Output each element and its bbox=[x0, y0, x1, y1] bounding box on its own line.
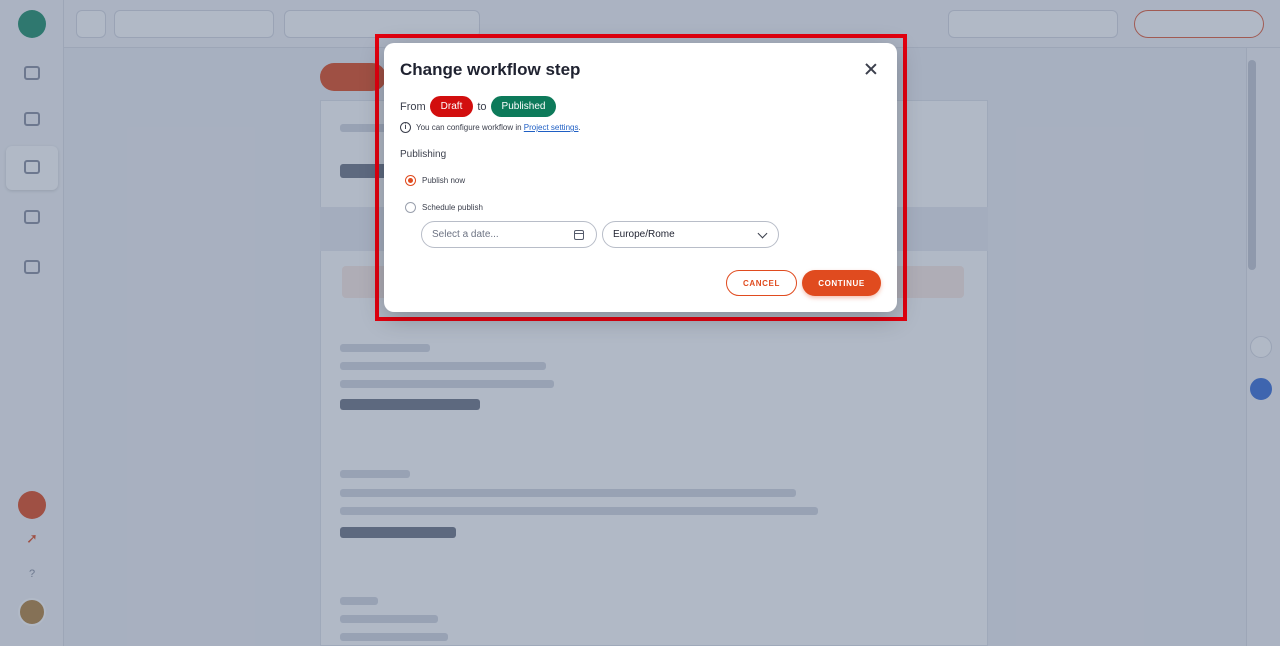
close-icon[interactable] bbox=[862, 60, 880, 78]
timezone-select[interactable]: Europe/Rome bbox=[602, 221, 779, 248]
chevron-down-icon bbox=[757, 228, 768, 239]
continue-button[interactable]: CONTINUE bbox=[802, 270, 881, 296]
schedule-publish-label: Schedule publish bbox=[422, 203, 483, 212]
from-label: From bbox=[400, 100, 426, 113]
info-icon: i bbox=[400, 122, 411, 133]
publish-now-label: Publish now bbox=[422, 176, 466, 185]
status-badge-draft: Draft bbox=[429, 96, 474, 117]
publishing-label: Publishing bbox=[400, 149, 447, 160]
info-text: You can configure workflow in bbox=[416, 123, 522, 132]
cancel-button[interactable]: CANCEL bbox=[726, 270, 797, 296]
publish-now-option[interactable]: Publish now bbox=[405, 175, 465, 186]
date-input[interactable] bbox=[432, 229, 562, 240]
schedule-publish-option[interactable]: Schedule publish bbox=[405, 202, 483, 213]
publish-now-radio[interactable] bbox=[405, 175, 416, 186]
to-label: to bbox=[477, 100, 487, 113]
project-settings-link[interactable]: Project settings bbox=[524, 123, 579, 132]
date-field[interactable] bbox=[421, 221, 597, 248]
calendar-icon[interactable] bbox=[574, 230, 584, 240]
dialog-title: Change workflow step bbox=[400, 60, 581, 79]
schedule-publish-radio[interactable] bbox=[405, 202, 416, 213]
info-note: i You can configure workflow in Project … bbox=[400, 122, 581, 133]
change-workflow-dialog: Change workflow step From Draft to Publi… bbox=[384, 43, 897, 312]
workflow-transition: From Draft to Published bbox=[400, 96, 557, 117]
info-suffix: . bbox=[578, 123, 581, 132]
timezone-value: Europe/Rome bbox=[613, 229, 675, 240]
status-badge-published: Published bbox=[490, 96, 557, 117]
